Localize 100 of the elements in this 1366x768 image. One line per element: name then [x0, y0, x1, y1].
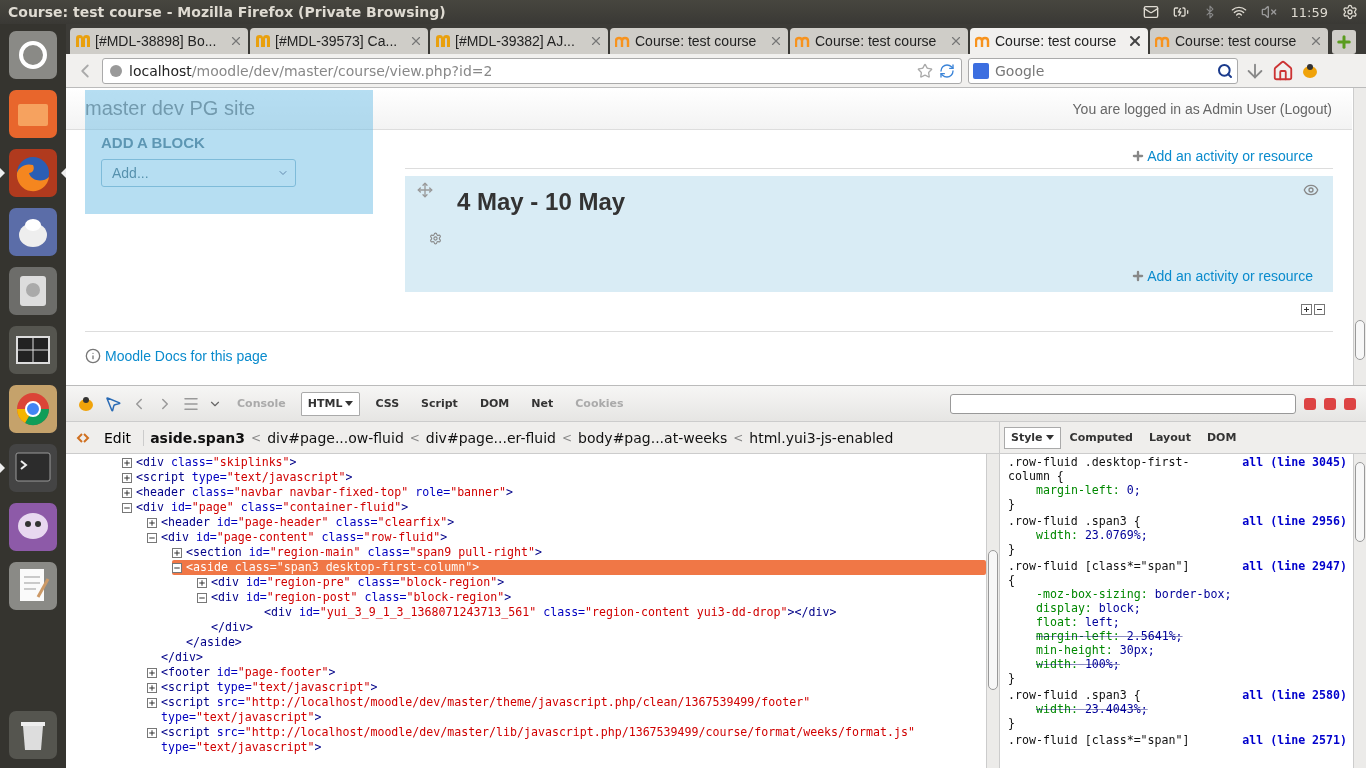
expand-icon[interactable] [148, 519, 156, 527]
panel-tab[interactable]: DOM [472, 391, 517, 416]
browser-icon[interactable] [8, 384, 58, 434]
markup-line[interactable]: <header id="page-header" class="clearfix"> [147, 515, 986, 530]
breadcrumb-link[interactable]: div#page...er-fluid [425, 429, 556, 446]
css-property[interactable]: margin-left: 0; [1008, 483, 1347, 497]
eye-icon[interactable] [1303, 182, 1319, 198]
volume-icon[interactable] [1260, 4, 1277, 20]
css-property[interactable]: float: left; [1008, 615, 1347, 629]
markup-line[interactable]: <script src="http://localhost/moodle/dev/master/lib/javascript.php/1367539499/course/format/weeks/format.js" type="text/javascript"> [147, 725, 986, 755]
mail-icon[interactable] [1142, 4, 1159, 20]
browser-tab[interactable]: Course: test course [610, 28, 788, 54]
expand-icon[interactable] [198, 579, 206, 587]
breadcrumb-link[interactable]: aside.span3 [150, 429, 246, 446]
collapse-icon[interactable] [123, 504, 131, 512]
css-property[interactable]: width: 100%; [1008, 657, 1347, 671]
breadcrumb-link[interactable]: body#pag...at-weeks [578, 429, 728, 446]
workspace-icon[interactable] [8, 325, 58, 375]
expand-icon[interactable] [173, 549, 181, 557]
expand-all-icon[interactable] [1301, 304, 1312, 315]
plus-icon[interactable] [1131, 269, 1146, 283]
scrollbar[interactable] [1353, 454, 1366, 768]
css-property[interactable]: margin-left: 2.5641%; [1008, 629, 1347, 643]
panel-tab[interactable]: HTML [300, 391, 361, 416]
markup-line[interactable]: <script type="text/javascript"> [122, 470, 986, 485]
markup-line[interactable]: <script type="text/javascript"> [147, 680, 986, 695]
markup-line[interactable]: <script src="http://localhost/moodle/dev/master/theme/javascript.php/clean/1367539499/footer" type="text/javascript"> [147, 695, 986, 725]
side-panel-tab[interactable]: Style [1004, 426, 1061, 449]
expand-icon[interactable] [148, 729, 156, 737]
css-property[interactable]: width: 23.4043%; [1008, 702, 1347, 716]
caret-icon[interactable] [1045, 435, 1054, 440]
expand-icon[interactable] [123, 459, 131, 467]
edit-button[interactable]: Edit [96, 429, 145, 446]
expand-icon[interactable] [123, 474, 131, 482]
add-activity-link[interactable]: Add an activity or resource [1131, 148, 1313, 164]
collapse-icon[interactable] [148, 534, 156, 542]
notepad-icon[interactable] [8, 561, 58, 611]
side-panel-tab[interactable]: Computed [1062, 426, 1140, 449]
maximize-button[interactable] [1324, 397, 1336, 410]
search-icon[interactable] [1217, 62, 1233, 79]
search-field[interactable]: Google [968, 57, 1238, 84]
app-icon[interactable] [8, 207, 58, 257]
browser-tab[interactable]: [#MDL-38898] Bo... [70, 28, 248, 54]
source-link[interactable]: all (line 3045) [1242, 455, 1347, 483]
breadcrumb-link[interactable]: div#page...ow-fluid [267, 429, 404, 446]
markup-line[interactable]: <div id="yui_3_9_1_3_1368071243713_561" class="region-content yui3-dd-drop"></div> [222, 605, 986, 620]
css-property[interactable]: min-height: 30px; [1008, 643, 1347, 657]
source-link[interactable]: all (line 2580) [1242, 688, 1347, 702]
expand-icon[interactable] [148, 684, 156, 692]
source-link[interactable]: all (line 2571) [1242, 733, 1347, 747]
reload-icon[interactable] [939, 62, 955, 79]
close-button[interactable] [1344, 397, 1356, 410]
markup-line[interactable]: <div id="page" class="container-fluid"> [122, 500, 986, 515]
search-input[interactable]: Google [993, 61, 1213, 80]
browser-icon[interactable] [8, 148, 58, 198]
expand-icon[interactable] [123, 489, 131, 497]
panel-tab[interactable]: Script [414, 391, 465, 416]
terminal-icon[interactable] [8, 443, 58, 493]
folder-icon[interactable] [8, 89, 58, 139]
search-field[interactable] [950, 393, 1296, 414]
plus-icon[interactable] [1131, 149, 1146, 163]
expand-icon[interactable] [148, 669, 156, 677]
minimize-button[interactable] [1304, 397, 1316, 410]
markup-line[interactable]: <div id="region-post" class="block-region"> [197, 590, 986, 605]
side-panel-tab[interactable]: DOM [1199, 426, 1244, 449]
markup-line[interactable]: <header class="navbar navbar-fixed-top" role="banner"> [122, 485, 986, 500]
address-field[interactable]: localhost/moodle/dev/master/course/view.php?id=2 [102, 57, 962, 84]
markup-line[interactable]: <div class="skiplinks"> [122, 455, 986, 470]
markup-line[interactable]: <div id="region-pre" class="block-region"> [197, 575, 986, 590]
markup-line[interactable]: <section id="region-main" class="span9 pull-right"> [172, 545, 986, 560]
docs-link[interactable]: Moodle Docs for this page [105, 348, 268, 364]
collapse-icon[interactable] [173, 564, 181, 572]
css-property[interactable]: -moz-box-sizing: border-box; [1008, 587, 1347, 601]
side-panel-tab[interactable]: Layout [1142, 426, 1198, 449]
trash-icon[interactable] [8, 710, 58, 760]
circle-logo-icon[interactable] [8, 30, 58, 80]
breadcrumb-link[interactable]: html.yui3-js-enabled [749, 429, 894, 446]
browser-tab[interactable]: Course: test course [970, 28, 1148, 54]
collapse-all-icon[interactable] [1314, 304, 1325, 315]
panel-tab[interactable]: CSS [368, 391, 407, 416]
source-link[interactable]: all (line 2956) [1242, 514, 1347, 528]
css-property[interactable]: width: 23.0769%; [1008, 528, 1347, 542]
clock[interactable]: 11:59 [1290, 4, 1328, 20]
browser-tab[interactable]: Course: test course [1150, 28, 1328, 54]
markup-line[interactable]: <footer id="page-footer"> [147, 665, 986, 680]
close-icon[interactable] [1127, 33, 1143, 49]
markup-line[interactable]: <div id="page-content" class="row-fluid"> [147, 530, 986, 545]
css-property[interactable]: display: block; [1008, 601, 1347, 615]
collapse-icon[interactable] [198, 594, 206, 602]
code-icon[interactable] [76, 430, 90, 445]
battery-icon[interactable] [1172, 4, 1189, 20]
panel-tab[interactable]: Net [524, 391, 561, 416]
browser-tab[interactable]: Course: test course [790, 28, 968, 54]
scrollbar[interactable] [1353, 88, 1366, 385]
bug-icon[interactable] [1300, 61, 1320, 80]
bug-icon[interactable] [76, 394, 96, 413]
source-link[interactable]: all (line 2947) [1242, 559, 1347, 587]
wifi-icon[interactable] [1230, 4, 1247, 20]
browser-tab[interactable]: [#MDL-39573] Ca... [250, 28, 428, 54]
bookmark-star-icon[interactable] [917, 62, 933, 79]
